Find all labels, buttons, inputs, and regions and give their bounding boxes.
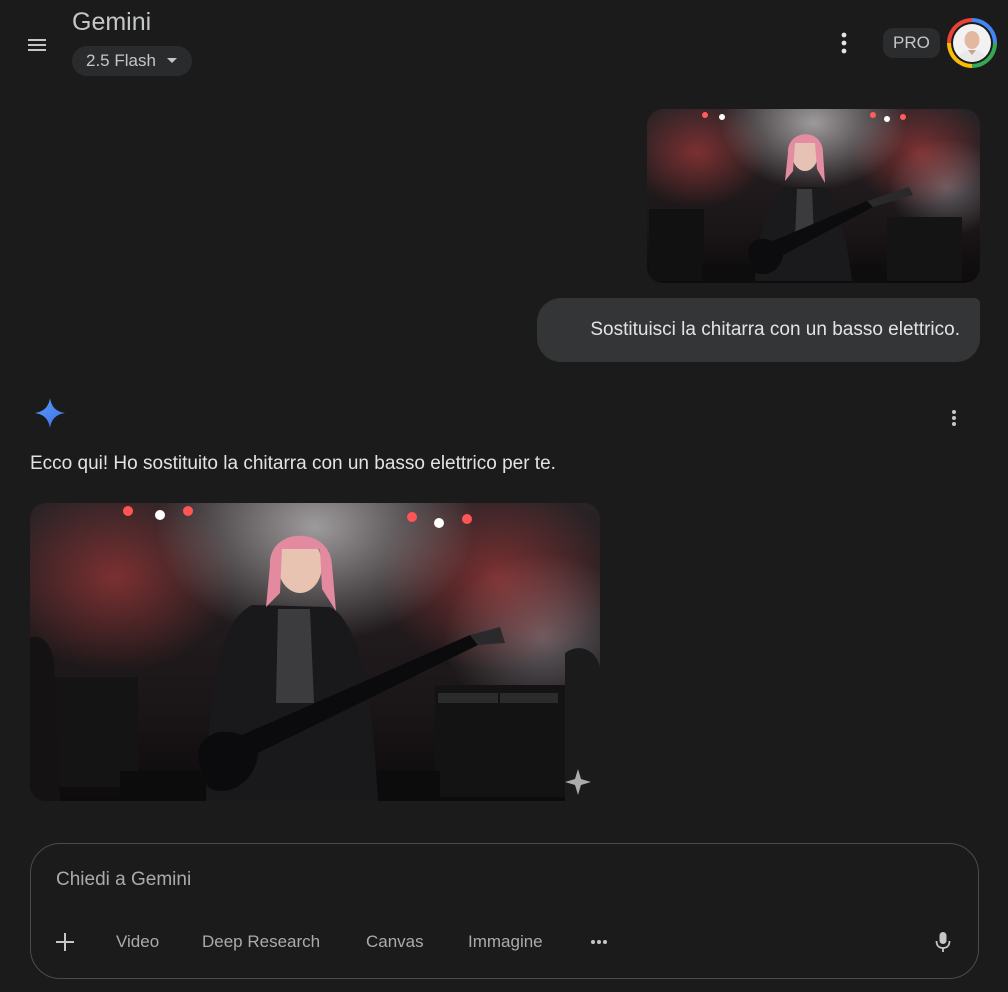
model-selector-label: 2.5 Flash	[86, 51, 156, 70]
user-uploaded-image[interactable]	[647, 109, 980, 283]
add-button[interactable]	[52, 926, 78, 958]
menu-button[interactable]	[22, 30, 52, 60]
avatar[interactable]	[947, 18, 997, 68]
user-message-text: Sostituisci la chitarra con un basso ele…	[590, 319, 960, 340]
microphone-button[interactable]	[930, 926, 956, 958]
more-horiz-icon	[591, 940, 607, 944]
caret-down-icon	[166, 58, 177, 63]
gemini-sparkle-icon	[34, 397, 66, 429]
response-text: Ecco qui! Ho sostituito la chitarra con …	[30, 453, 556, 474]
more-options-button[interactable]	[834, 28, 854, 58]
menu-icon	[28, 39, 46, 51]
avatar-photo	[953, 24, 991, 62]
more-vert-icon	[952, 410, 956, 426]
generated-image[interactable]	[30, 503, 600, 801]
response-more-options-button[interactable]	[944, 404, 964, 432]
more-vert-icon	[841, 32, 847, 54]
concert-bassist-image	[30, 506, 600, 801]
more-tools-button[interactable]	[588, 926, 610, 958]
prompt-input[interactable]	[54, 866, 918, 894]
concert-guitarist-image	[649, 112, 962, 283]
user-message: Sostituisci la chitarra con un basso ele…	[537, 298, 980, 362]
app-title: Gemini	[72, 8, 152, 36]
tool-canvas-button[interactable]: Canvas	[366, 926, 424, 958]
pro-badge[interactable]: PRO	[883, 28, 940, 58]
model-selector[interactable]: 2.5 Flash	[72, 46, 192, 76]
plus-icon	[56, 933, 74, 951]
tool-deep-research-button[interactable]: Deep Research	[202, 926, 320, 958]
tool-video-button[interactable]: Video	[116, 926, 159, 958]
tool-image-button[interactable]: Immagine	[468, 926, 543, 958]
prompt-box	[30, 843, 979, 979]
microphone-icon	[935, 932, 951, 952]
